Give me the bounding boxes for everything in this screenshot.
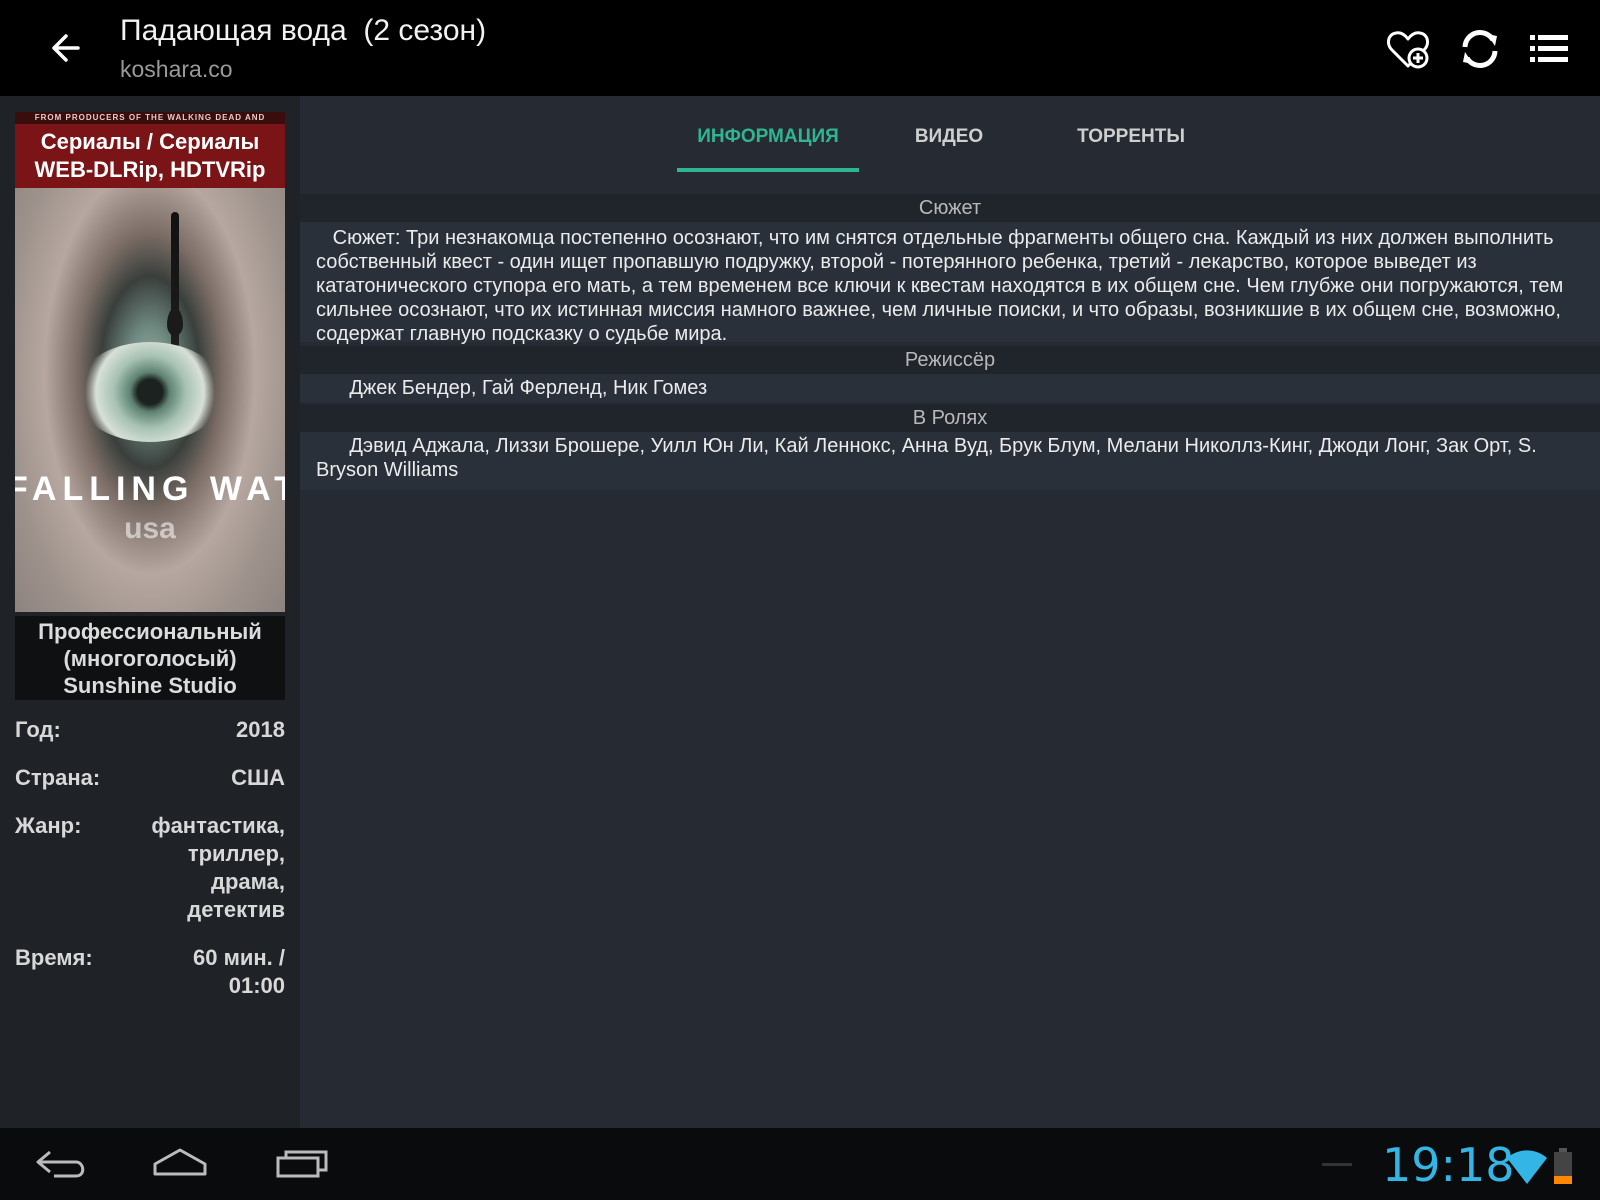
cast-text: Дэвид Аджала, Лиззи Брошере, Уилл Юн Ли,… <box>300 432 1600 490</box>
cast-section-title: В Ролях <box>300 404 1600 432</box>
list-menu-icon[interactable] <box>1528 26 1574 72</box>
director-section-title: Режиссёр <box>300 346 1600 374</box>
nav-back-icon[interactable] <box>30 1142 100 1186</box>
time-value-line1: 60 мин. / <box>192 945 285 970</box>
action-bar: Падающая вода (2 сезон) koshara.co <box>0 0 1600 96</box>
time-value-line2: 01:00 <box>228 973 285 998</box>
genre-item: фантастика, <box>151 813 285 838</box>
plot-text: Сюжет: Три незнакомца постепенно осознаю… <box>300 222 1600 345</box>
plot-text-content: Сюжет: Три незнакомца постепенно осознаю… <box>316 227 1564 345</box>
favorite-add-icon[interactable] <box>1385 26 1431 72</box>
refresh-icon[interactable] <box>1457 26 1503 72</box>
nav-recent-icon[interactable] <box>270 1142 340 1186</box>
year-row: Год: 2018 <box>15 716 285 744</box>
genre-row: Жанр: фантастика, триллер, драма, детект… <box>15 812 285 924</box>
poster-top-strip: FROM PRODUCERS OF THE WALKING DEAD AND H… <box>15 112 285 134</box>
year-value: 2018 <box>236 717 285 742</box>
genre-item: драма, <box>211 869 285 894</box>
battery-icon <box>1553 1148 1573 1184</box>
country-row: Страна: США <box>15 764 285 792</box>
translation-label: Профессиональный (многоголосый) Sunshine… <box>15 616 285 700</box>
wifi-icon <box>1505 1146 1549 1186</box>
genre-item: триллер, <box>187 841 285 866</box>
status-clock: 19:18 <box>1382 1138 1515 1192</box>
translation-line1: Профессиональный <box>38 619 262 644</box>
poster-category-line2: WEB-DLRip, HDTVRip <box>34 157 266 182</box>
details-sidebar: FROM PRODUCERS OF THE WALKING DEAD AND H… <box>0 96 300 1128</box>
country-value: США <box>231 765 285 790</box>
cast-text-content: Дэвид Аджала, Лиззи Брошере, Уилл Юн Ли,… <box>316 435 1537 481</box>
tab-torrents[interactable]: ТОРРЕНТЫ <box>1040 122 1222 172</box>
details-table: Год: 2018 Страна: США Жанр: фантастика, … <box>15 716 285 1020</box>
director-text-content: Джек Бендер, Гай Ферленд, Ник Гомез <box>349 377 708 399</box>
nav-home-icon[interactable] <box>145 1142 215 1186</box>
back-arrow-icon[interactable] <box>40 28 90 68</box>
translation-line2: (многоголосый) <box>63 646 237 671</box>
time-row: Время: 60 мин. / 01:00 <box>15 944 285 1000</box>
translation-line3: Sunshine Studio <box>63 673 237 698</box>
status-divider <box>1322 1163 1352 1166</box>
poster-category-label: Сериалы / Сериалы WEB-DLRip, HDTVRip <box>15 124 285 184</box>
genre-value: фантастика, триллер, драма, детектив <box>151 812 285 924</box>
director-text: Джек Бендер, Гай Ферленд, Ник Гомез <box>300 374 1600 402</box>
year-label: Год: <box>15 717 61 742</box>
tab-information[interactable]: ИНФОРМАЦИЯ <box>677 122 859 172</box>
country-label: Страна: <box>15 765 101 790</box>
poster-drop-bulb <box>167 308 183 336</box>
page-subtitle: koshara.co <box>120 56 233 82</box>
genre-item: детектив <box>187 897 285 922</box>
poster-show-name: FALLING WATER <box>15 470 285 508</box>
poster-image[interactable]: FROM PRODUCERS OF THE WALKING DEAD AND H… <box>15 112 285 612</box>
poster-network-logo: usa <box>124 512 176 545</box>
time-label: Время: <box>15 945 93 970</box>
poster-eye <box>75 342 225 442</box>
main-content: ИНФОРМАЦИЯ ВИДЕО ТОРРЕНТЫ Сюжет Сюжет: Т… <box>300 96 1600 1128</box>
tab-bar: ИНФОРМАЦИЯ ВИДЕО ТОРРЕНТЫ <box>300 96 1600 172</box>
time-value: 60 мин. / 01:00 <box>193 944 285 1000</box>
genre-label: Жанр: <box>15 813 82 838</box>
poster-category-line1: Сериалы / Сериалы <box>40 129 260 154</box>
plot-section-title: Сюжет <box>300 194 1600 222</box>
tab-video[interactable]: ВИДЕО <box>858 122 1040 172</box>
page-title: Падающая вода (2 сезон) <box>120 14 487 47</box>
system-navigation-bar: 19:18 <box>0 1128 1600 1200</box>
